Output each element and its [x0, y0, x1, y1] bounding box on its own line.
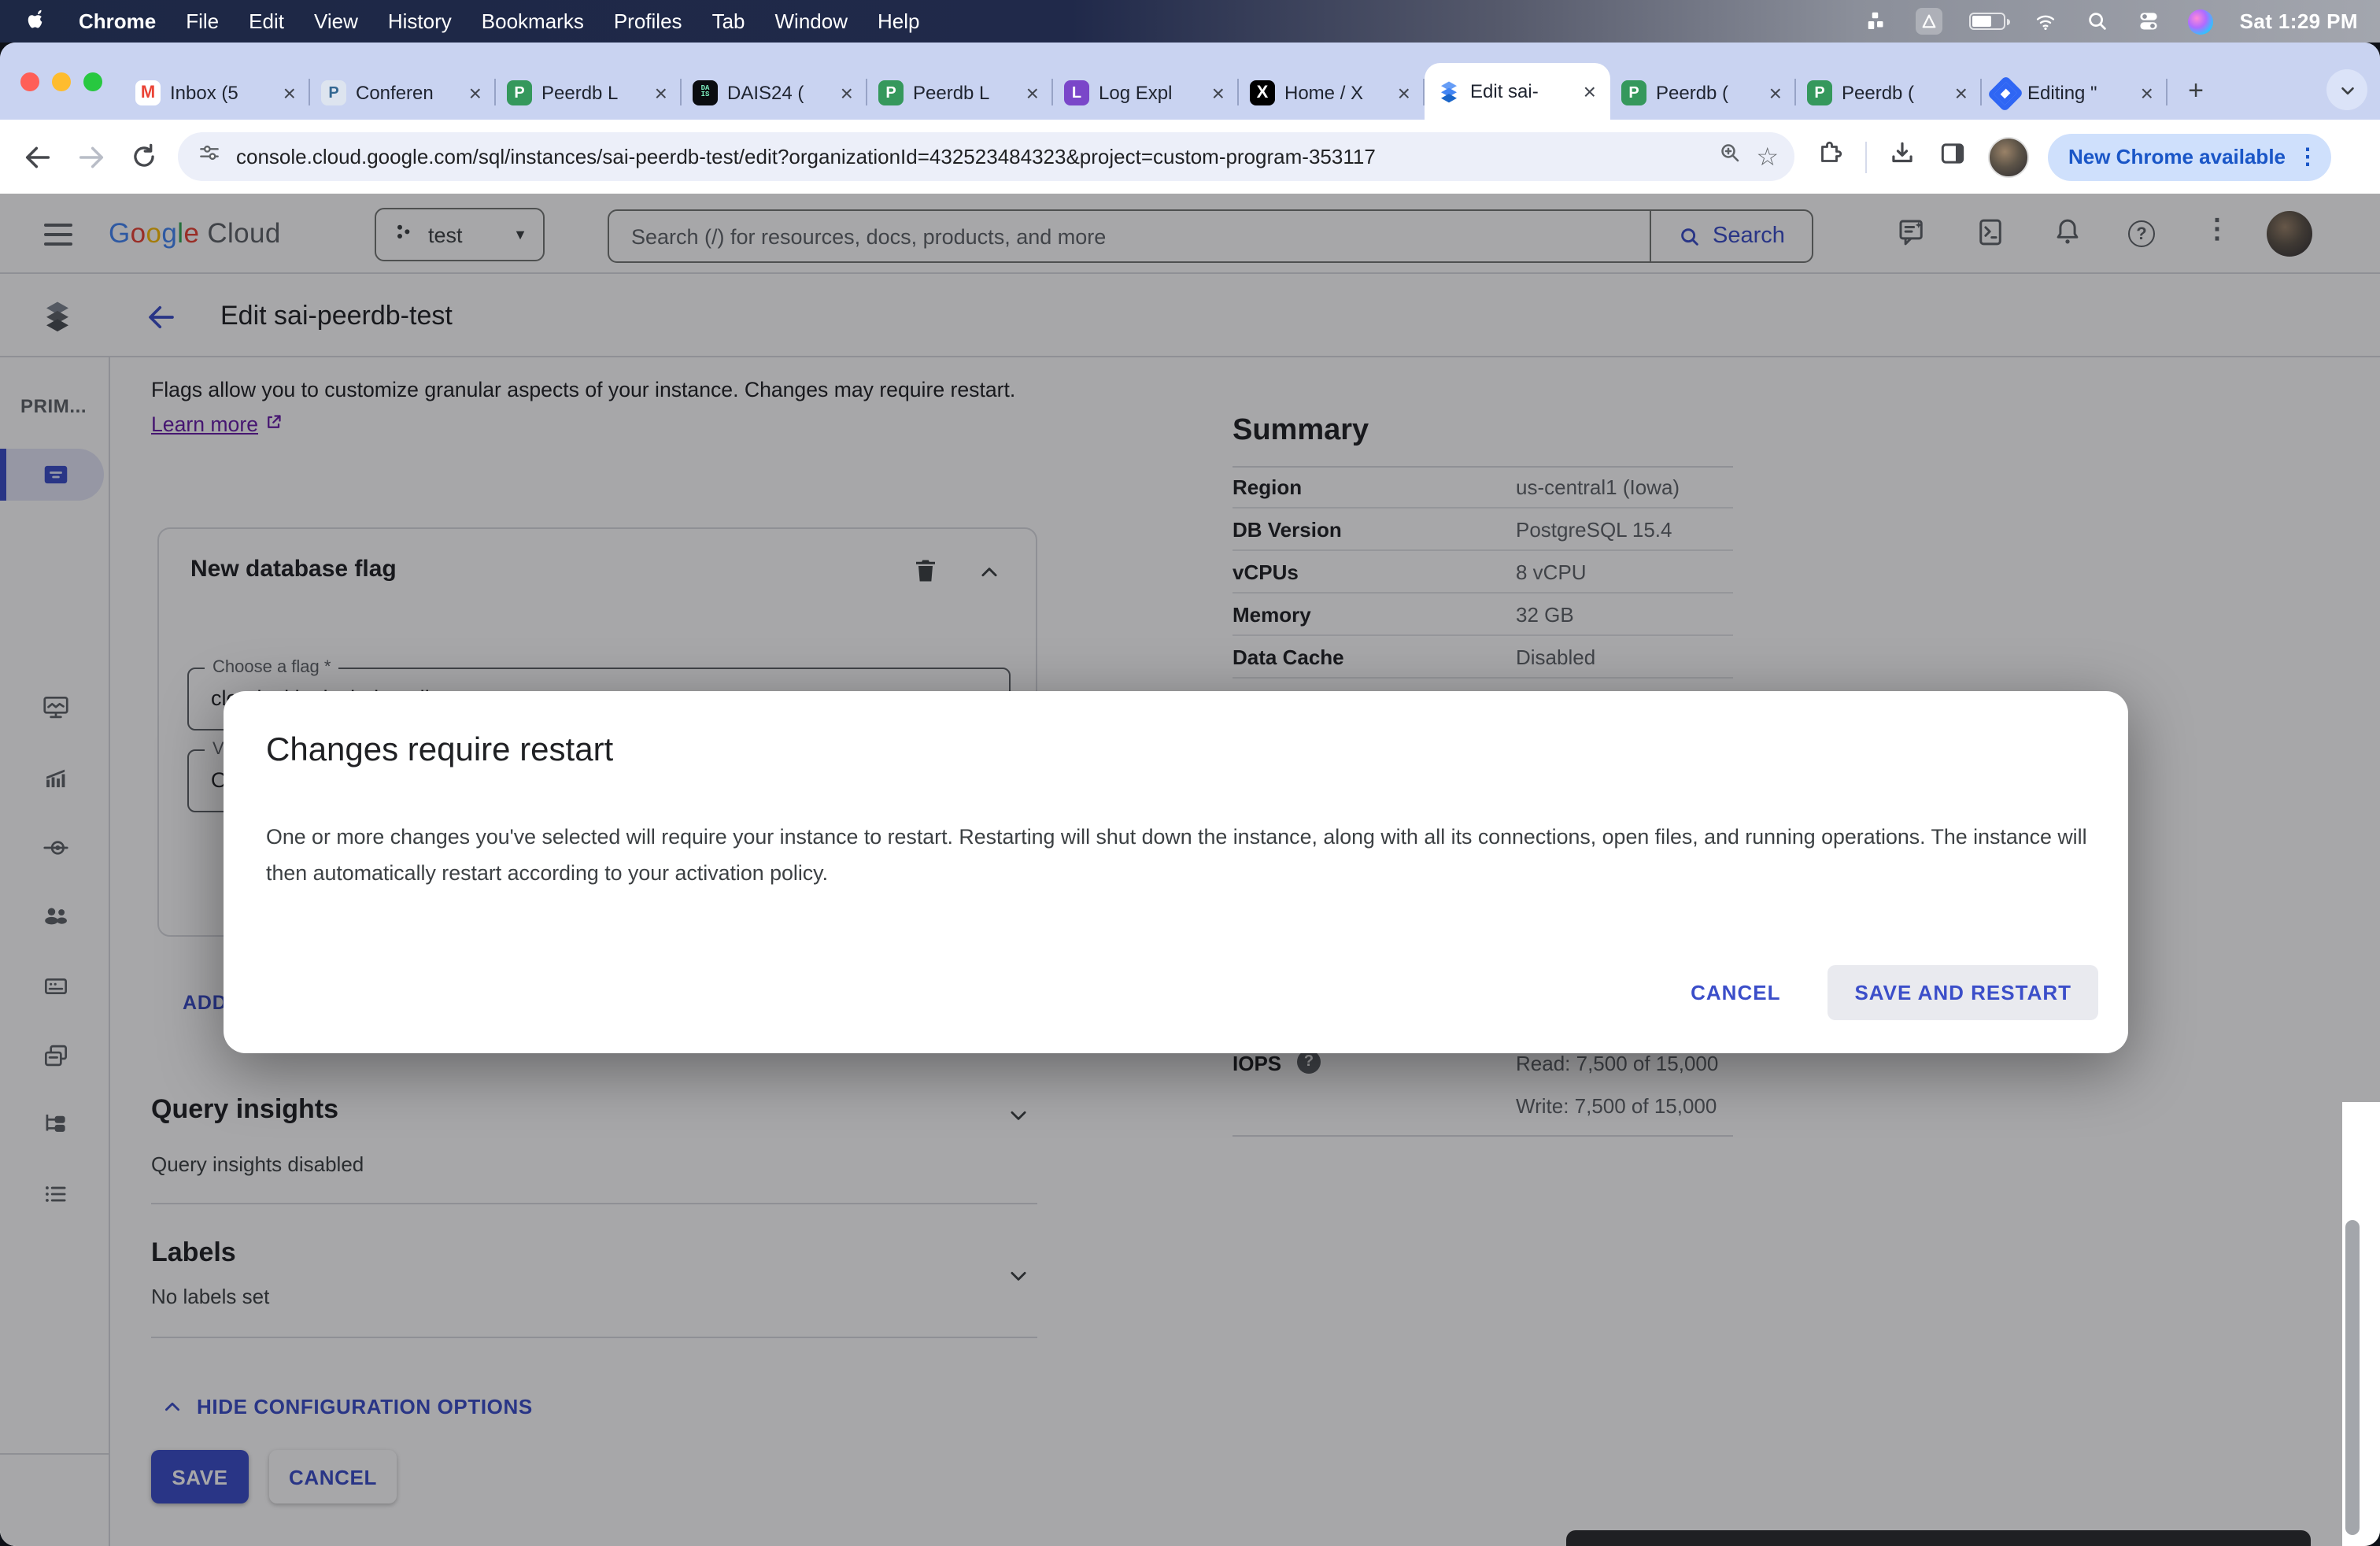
scrollbar-thumb[interactable]	[2345, 1220, 2360, 1535]
tab-conference[interactable]: P Conferen ×	[310, 66, 496, 120]
tab-x-home[interactable]: X Home / X ×	[1239, 66, 1425, 120]
url-text[interactable]: console.cloud.google.com/sql/instances/s…	[236, 145, 1702, 168]
app-status-icon[interactable]	[1915, 8, 1942, 35]
tab-editing[interactable]: Editing " ×	[1982, 66, 2168, 120]
postgres-favicon: P	[321, 80, 346, 105]
wifi-icon[interactable]	[2032, 10, 2059, 32]
spotlight-icon[interactable]	[2086, 9, 2109, 33]
dialog-cancel-button[interactable]: CANCEL	[1684, 968, 1787, 1017]
chrome-menu-icon[interactable]: ⋮	[2297, 143, 2319, 170]
zoom-in-icon[interactable]	[1717, 140, 1742, 173]
tab-close-icon[interactable]: ×	[837, 80, 856, 105]
x-favicon: X	[1250, 80, 1275, 105]
tabs: M Inbox (5 × P Conferen × P Peerdb L × DA IS DAI…	[124, 43, 2218, 120]
menu-window[interactable]: Window	[775, 9, 848, 33]
tab-peerdb-1[interactable]: P Peerdb L ×	[496, 66, 682, 120]
menu-bar-clock[interactable]: Sat 1:29 PM	[2240, 9, 2358, 33]
peerdb-favicon: P	[1807, 80, 1832, 105]
menu-view[interactable]: View	[314, 9, 358, 33]
tab-log-explorer[interactable]: L Log Expl ×	[1053, 66, 1239, 120]
siri-icon[interactable]	[2187, 9, 2213, 34]
log-explorer-favicon: L	[1064, 80, 1089, 105]
tab-strip: M Inbox (5 × P Conferen × P Peerdb L × DA IS DAI…	[0, 43, 2380, 120]
tiles-icon[interactable]	[1865, 9, 1889, 33]
reload-icon[interactable]	[129, 142, 159, 172]
dialog-title: Changes require restart	[266, 732, 614, 768]
tab-close-icon[interactable]: ×	[466, 80, 485, 105]
toolbar-divider	[1865, 141, 1867, 172]
tab-peerdb-3[interactable]: P Peerdb (×	[1610, 66, 1796, 120]
tab-close-icon[interactable]: ×	[2138, 80, 2156, 105]
screen: Chrome File Edit View History Bookmarks …	[0, 0, 2380, 1546]
tab-close-icon[interactable]: ×	[1952, 80, 1971, 105]
tab-close-icon[interactable]: ×	[1766, 80, 1785, 105]
tab-dais24[interactable]: DA IS DAIS24 (×	[682, 66, 867, 120]
tab-inbox[interactable]: M Inbox (5 ×	[124, 66, 310, 120]
menu-bookmarks[interactable]: Bookmarks	[482, 9, 584, 33]
browser-toolbar: console.cloud.google.com/sql/instances/s…	[0, 120, 2380, 194]
bookmark-star-icon[interactable]: ☆	[1756, 141, 1779, 172]
forward-icon[interactable]	[76, 141, 107, 172]
gcp-console-page: Google Cloud test ▼ Search (/) for resou…	[0, 194, 2380, 1546]
chrome-window: M Inbox (5 × P Conferen × P Peerdb L × DA IS DAI…	[0, 43, 2380, 1546]
peerdb-favicon: P	[878, 80, 904, 105]
minimize-window-button[interactable]	[52, 72, 71, 91]
tab-peerdb-2[interactable]: P Peerdb L ×	[867, 66, 1053, 120]
window-controls	[0, 43, 124, 120]
downloads-icon[interactable]	[1887, 138, 1917, 176]
macos-menu-bar: Chrome File Edit View History Bookmarks …	[0, 0, 2380, 43]
tab-close-icon[interactable]: ×	[280, 80, 299, 105]
extensions-icon[interactable]	[1816, 139, 1845, 175]
changes-require-restart-dialog: Changes require restart One or more chan…	[224, 691, 2128, 1053]
back-icon[interactable]	[22, 141, 54, 172]
site-settings-icon[interactable]	[197, 140, 222, 173]
peerdb-favicon: P	[1621, 80, 1646, 105]
battery-icon[interactable]	[1968, 13, 2010, 30]
menu-tab[interactable]: Tab	[712, 9, 745, 33]
dialog-body-text: One or more changes you've selected will…	[266, 825, 2087, 884]
control-center-icon[interactable]	[2136, 9, 2161, 33]
page-scrollbar	[2342, 1102, 2380, 1546]
new-tab-button[interactable]: +	[2174, 69, 2218, 113]
apple-logo-icon[interactable]	[25, 6, 49, 37]
menu-edit[interactable]: Edit	[249, 9, 284, 33]
chrome-update-pill[interactable]: New Chrome available ⋮	[2048, 133, 2331, 180]
address-bar[interactable]: console.cloud.google.com/sql/instances/s…	[178, 132, 1794, 181]
dialog-save-and-restart-button[interactable]: SAVE AND RESTART	[1828, 965, 2098, 1020]
tab-close-icon[interactable]: ×	[1209, 80, 1228, 105]
tab-close-icon[interactable]: ×	[1580, 79, 1599, 104]
menu-chrome[interactable]: Chrome	[79, 9, 156, 33]
browser-profile-avatar[interactable]	[1988, 136, 2029, 177]
peerdb-favicon: P	[507, 80, 532, 105]
tab-close-icon[interactable]: ×	[1395, 80, 1414, 105]
side-panel-icon[interactable]	[1938, 138, 1968, 176]
close-window-button[interactable]	[20, 72, 39, 91]
menu-history[interactable]: History	[388, 9, 452, 33]
bottom-dark-bar	[1566, 1530, 2311, 1546]
dais-favicon: DA IS	[693, 80, 718, 105]
menu-file[interactable]: File	[186, 9, 219, 33]
cloudsql-favicon	[1436, 79, 1461, 104]
gmail-favicon: M	[135, 80, 161, 105]
tab-edit-sai-active[interactable]: Edit sai- ×	[1425, 63, 1610, 120]
tab-close-icon[interactable]: ×	[652, 80, 671, 105]
tab-close-icon[interactable]: ×	[1023, 80, 1042, 105]
menu-profiles[interactable]: Profiles	[614, 9, 682, 33]
menu-help[interactable]: Help	[878, 9, 920, 33]
editing-favicon	[1993, 80, 2018, 105]
tab-search-chevron-icon[interactable]	[2326, 69, 2367, 110]
zoom-window-button[interactable]	[83, 72, 102, 91]
tab-peerdb-4[interactable]: P Peerdb (×	[1796, 66, 1982, 120]
